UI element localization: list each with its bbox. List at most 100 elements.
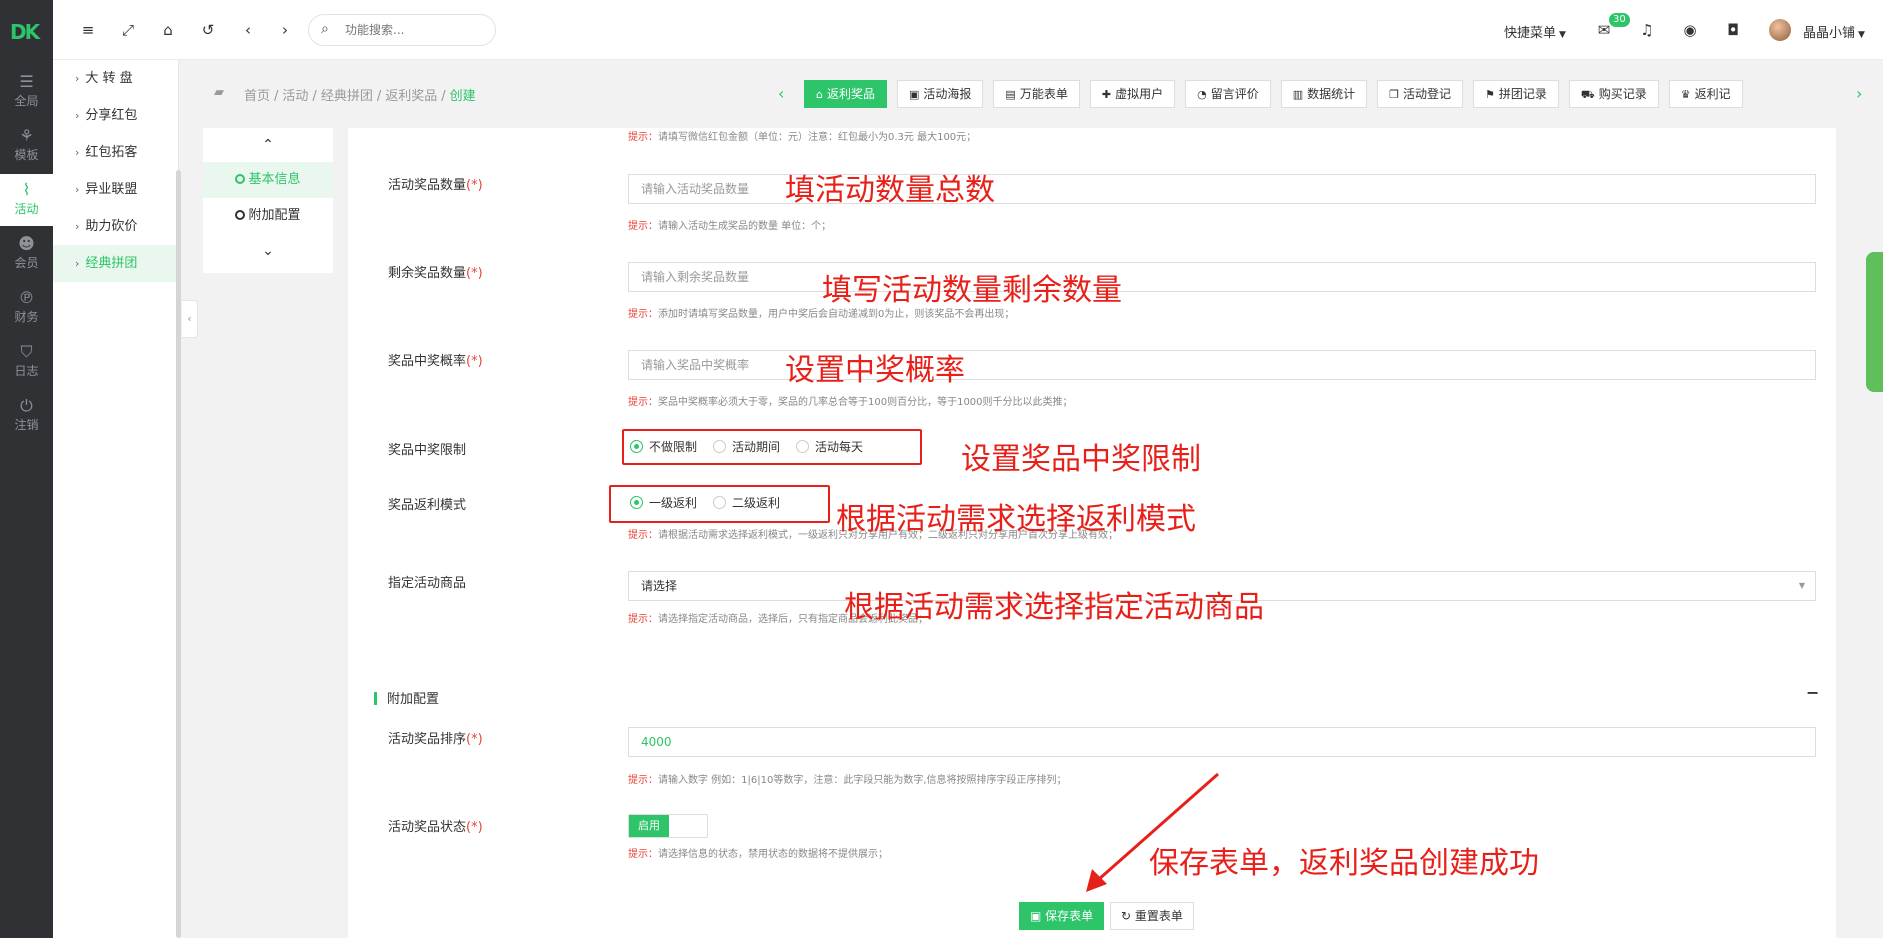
tab-group-records[interactable]: ⚑ 拼团记录 (1473, 80, 1559, 108)
tab-label: 活动海报 (923, 87, 972, 101)
status-switch[interactable]: 启用 (628, 814, 708, 838)
sitemap-icon: ⚘ (19, 126, 34, 145)
breadcrumb-link[interactable]: 经典拼团 (321, 89, 373, 104)
rail-item-template[interactable]: ⚘ 模板 (0, 120, 53, 172)
search-input[interactable] (345, 21, 485, 39)
tabs-scroll-left-icon[interactable]: ‹ (778, 84, 784, 103)
rail-item-finance[interactable]: ℗ 财务 (0, 282, 53, 334)
submenu-label: 经典拼团 (85, 256, 138, 271)
breadcrumb-sep: / (312, 89, 317, 104)
refresh-icon[interactable]: ↺ (198, 20, 218, 40)
tab-virtual-user[interactable]: ✚ 虚拟用户 (1089, 80, 1176, 108)
flag-icon: ⚑ (1485, 88, 1495, 101)
label-win-rate: 奖品中奖概率(*) (388, 350, 483, 369)
tab-rebate-prize[interactable]: ⌂ 返利奖品 (804, 80, 887, 108)
required-mark: (*) (466, 732, 483, 747)
label-remain-count: 剩余奖品数量(*) (388, 262, 483, 281)
annotation-win-limit: 设置奖品中奖限制 (961, 442, 1201, 477)
app-logo[interactable]: DK (10, 20, 44, 44)
breadcrumb-link[interactable]: 首页 (244, 89, 270, 104)
back-icon[interactable]: ‹ (238, 20, 258, 40)
hint-key: 提示： (628, 775, 658, 786)
reset-form-button[interactable]: ↻ 重置表单 (1110, 902, 1194, 930)
rail-label: 注销 (14, 418, 39, 432)
menu-icon[interactable]: ≡ (78, 20, 98, 40)
file-icon: ▤ (1005, 88, 1016, 101)
tab-rebate-records[interactable]: ♛ 返利记 (1668, 80, 1743, 108)
chevron-down-icon[interactable]: ⌄ (203, 234, 333, 268)
annotation-prize-count: 填活动数量总数 (785, 173, 995, 208)
fullscreen-icon[interactable]: ⤢ (118, 20, 138, 40)
label-win-limit: 奖品中奖限制 (388, 443, 467, 458)
submenu-scrollbar[interactable] (176, 170, 181, 938)
label-prize-count: 活动奖品数量(*) (388, 174, 483, 193)
caret-down-icon: ▼ (1798, 581, 1805, 590)
forward-icon[interactable]: › (275, 20, 295, 40)
submenu-item-active[interactable]: › 经典拼团 (53, 245, 178, 282)
tab-comments[interactable]: ◔ 留言评价 (1185, 80, 1271, 108)
home-icon: ⌂ (816, 88, 823, 101)
chevron-up-icon[interactable]: ⌃ (203, 128, 333, 162)
submenu-item[interactable]: › 大 转 盘 (53, 60, 178, 97)
required-mark: (*) (466, 178, 483, 193)
annotation-box-rebate-mode (609, 485, 830, 523)
submenu-item[interactable]: › 红包拓客 (53, 134, 178, 171)
sliders-icon: ☰ (19, 72, 34, 91)
tab-label: 返利奖品 (826, 87, 875, 101)
rail-item-activity[interactable]: ⌇ 活动 (0, 174, 53, 226)
save-form-button[interactable]: ▣ 保存表单 (1019, 902, 1105, 930)
submenu-item[interactable]: › 异业联盟 (53, 171, 178, 208)
rail-item-log[interactable]: ⛉ 日志 (0, 336, 53, 388)
submenu-label: 助力砍价 (85, 219, 138, 234)
hint-text: 请输入数字 例如：1|6|10等数字，注意：此字段只能为数字,信息将按照排序字段… (658, 775, 1067, 786)
tab-stats[interactable]: ▥ 数据统计 (1280, 80, 1368, 108)
select-value: 请选择 (641, 579, 678, 593)
anchor-extra-config[interactable]: 附加配置 (203, 198, 333, 234)
submenu: › 大 转 盘 › 分享红包 › 红包拓客 › 异业联盟 › 助力砍价 › 经典拼团 (53, 60, 179, 938)
annotation-rebate-mode: 根据活动需求选择返利模式 (836, 502, 1196, 537)
tab-label: 数据统计 (1307, 87, 1356, 101)
icon-rail: DK ☰ 全局 ⚘ 模板 ⌇ 活动 ☻ 会员 ℗ 财务 ⛉ 日志 ⏻ 注销 (0, 0, 53, 938)
home-icon[interactable]: ⌂ (158, 20, 178, 40)
user-circle-icon[interactable]: ◉ (1680, 20, 1700, 40)
label-text: 奖品中奖概率 (388, 354, 467, 369)
anchor-label: 基本信息 (248, 172, 301, 187)
online-service-tab[interactable] (1866, 252, 1883, 392)
breadcrumb-link[interactable]: 返利奖品 (385, 89, 437, 104)
tabs-scroll-right-icon[interactable]: › (1856, 84, 1862, 103)
power-icon: ⏻ (20, 396, 33, 415)
submenu-item[interactable]: › 分享红包 (53, 97, 178, 134)
rail-item-members[interactable]: ☻ 会员 (0, 228, 53, 280)
rail-label: 活动 (14, 202, 39, 216)
hint-key: 提示： (628, 530, 658, 541)
user-menu[interactable]: 晶晶小铺 ▼ (1803, 22, 1865, 41)
rail-item-global[interactable]: ☰ 全局 (0, 66, 53, 118)
bell-icon[interactable]: ♫ (1637, 20, 1657, 40)
tab-purchase-records[interactable]: ⛟ 购买记录 (1568, 80, 1659, 108)
anchor-basic-info[interactable]: 基本信息 (203, 162, 333, 198)
tab-label: 购买记录 (1598, 87, 1647, 101)
collapse-section-button[interactable]: − (1806, 683, 1819, 702)
hint-key: 提示： (628, 309, 658, 320)
breadcrumb-link[interactable]: 活动 (282, 89, 308, 104)
tab-form[interactable]: ▤ 万能表单 (993, 80, 1080, 108)
circle-icon (235, 174, 246, 184)
sort-input[interactable] (628, 727, 1816, 757)
tab-label: 虚拟用户 (1115, 87, 1164, 101)
tab-register[interactable]: ❐ 活动登记 (1377, 80, 1464, 108)
section-title: 附加配置 (387, 692, 440, 707)
tab-poster[interactable]: ▣ 活动海报 (897, 80, 984, 108)
user-plus-icon: ✚ (1101, 88, 1112, 101)
avatar[interactable] (1769, 19, 1791, 41)
hint-text: 添加时请填写奖品数量，用户中奖后会自动递减到0为止，则该奖品不会再出现； (658, 309, 1015, 320)
collapse-sidebar-button[interactable]: ‹ (182, 300, 198, 338)
shield-icon: ⛉ (20, 342, 33, 361)
chevron-right-icon: › (75, 72, 80, 85)
quick-menu-dropdown[interactable]: 快捷菜单 ▼ (1504, 22, 1566, 41)
breadcrumb-current: 创建 (449, 89, 476, 104)
rail-item-logout[interactable]: ⏻ 注销 (0, 390, 53, 442)
submenu-item[interactable]: › 助力砍价 (53, 208, 178, 245)
pocket-icon[interactable]: ◘ (1723, 20, 1743, 40)
tab-strip: ⌂ 返利奖品 ▣ 活动海报 ▤ 万能表单 ✚ 虚拟用户 ◔ 留言评价 ▥ 数据统计 ❐ 活动登记 ⚑ 拼团记录… (804, 80, 1850, 110)
remain-count-input[interactable] (628, 262, 1816, 292)
